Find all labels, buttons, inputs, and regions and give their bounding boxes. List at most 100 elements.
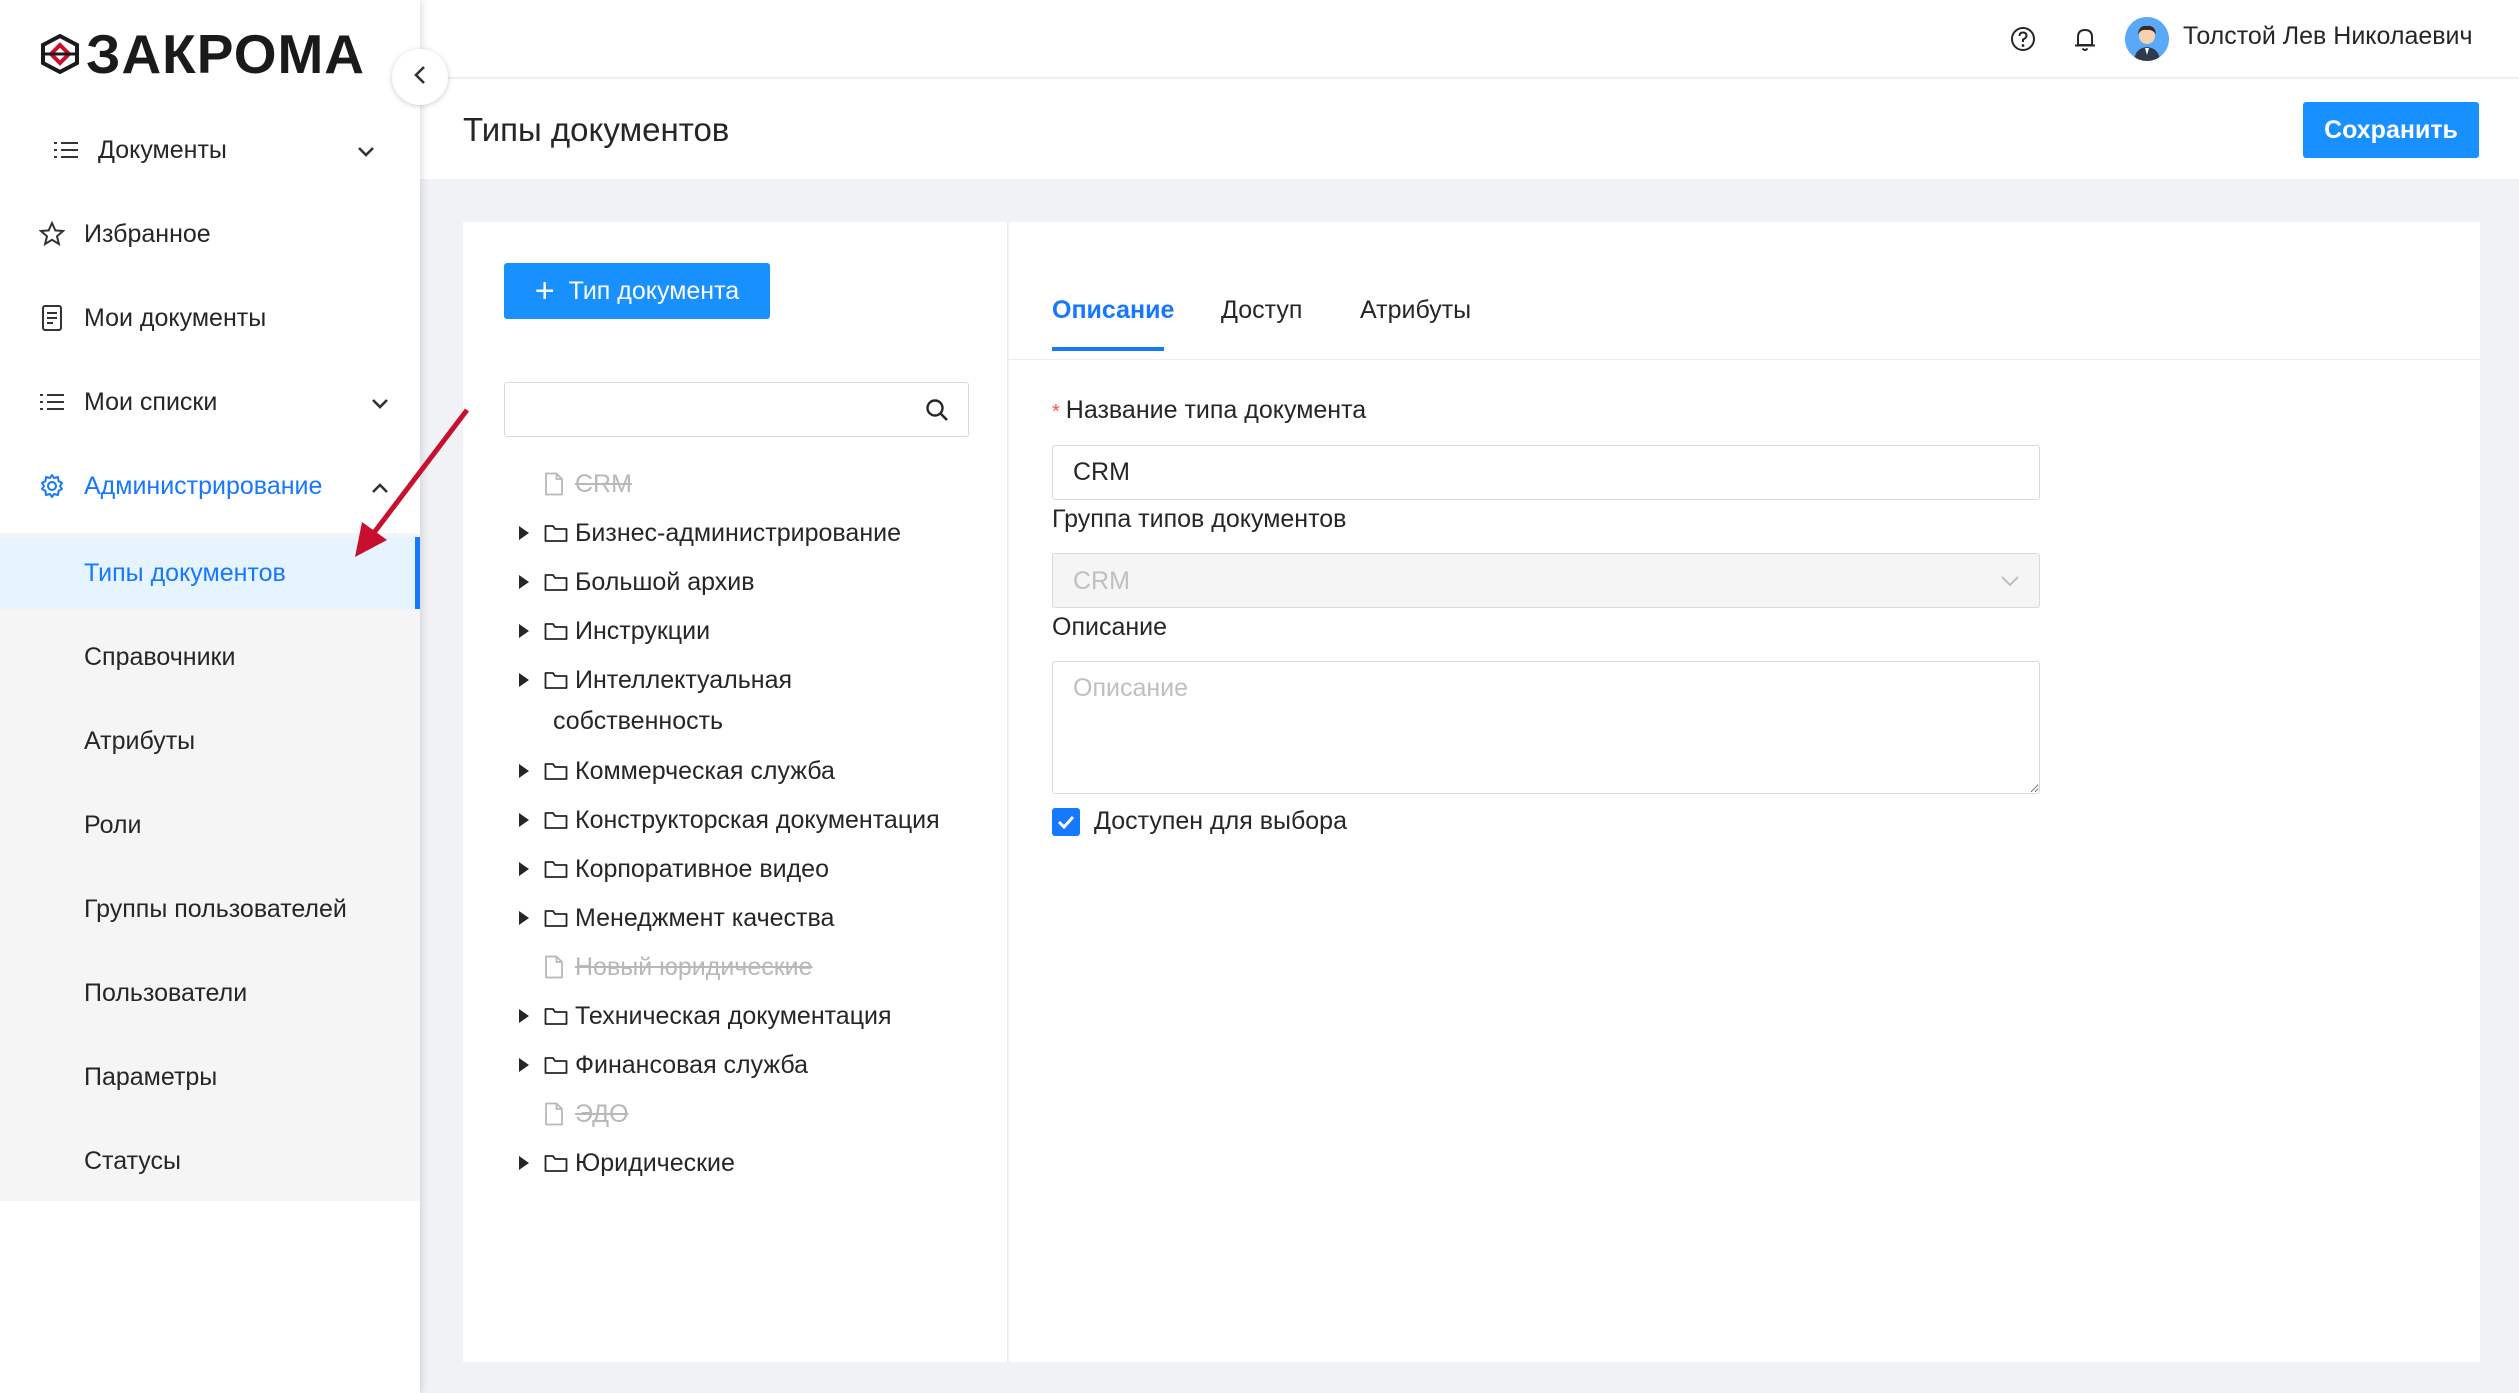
save-button[interactable]: Сохранить [2303,102,2479,158]
folder-icon [544,670,572,690]
admin-submenu: Типы документов Справочники Атрибуты Рол… [0,533,420,1201]
logo-text: ЗАКРОМА [86,23,366,85]
doc-type-name-input[interactable] [1052,445,2040,500]
doc-type-group-select[interactable]: CRM [1052,553,2040,608]
sidebar: ЗАКРОМА Документы Избранное Мои документ… [0,0,420,1393]
caret-right-icon[interactable] [504,1008,544,1024]
sidebar-item-my-lists[interactable]: Мои списки [0,367,420,437]
user-name[interactable]: Толстой Лев Николаевич [2183,22,2473,51]
sidebar-item-label: Мои списки [84,387,218,416]
list-icon [38,388,66,416]
available-checkbox-label[interactable]: Доступен для выбора [1094,807,1347,836]
tree-node[interactable]: Интеллектуальная [504,660,792,700]
tree-node-label: CRM [575,469,632,498]
chevron-down-icon [370,389,390,418]
folder-icon [544,761,572,781]
tree-node-label: Финансовая служба [575,1050,809,1079]
sidebar-item-label: Администрирование [84,471,323,500]
tree-node[interactable]: Конструкторская документация [504,800,940,840]
submenu-item-directories[interactable]: Справочники [0,621,420,693]
tab-access[interactable]: Доступ [1221,296,1302,325]
tree-search-input[interactable] [517,391,897,429]
tree-node[interactable]: Инструкции [504,611,710,651]
tab-attributes[interactable]: Атрибуты [1360,296,1471,325]
caret-right-icon[interactable] [504,574,544,590]
star-icon [38,220,66,248]
caret-right-icon[interactable] [504,623,544,639]
submenu-item-statuses[interactable]: Статусы [0,1125,420,1197]
folder-icon [544,1006,572,1026]
tree-node[interactable]: Финансовая служба [504,1045,808,1085]
submenu-item-users[interactable]: Пользователи [0,957,420,1029]
caret-right-icon[interactable] [504,812,544,828]
file-icon [544,1102,572,1126]
tree-node[interactable]: Корпоративное видео [504,849,829,889]
tree-node[interactable]: Юридические [504,1143,735,1183]
folder-icon [544,523,572,543]
add-doc-type-label: Тип документа [568,276,740,305]
tree-node-label: Интеллектуальная [575,665,793,694]
sidebar-item-label: Документы [98,135,227,164]
folder-icon [544,621,572,641]
sidebar-collapse-button[interactable] [392,49,448,105]
tree-node[interactable]: CRM [504,464,632,504]
page-title: Типы документов [463,111,730,148]
submenu-item-user-groups[interactable]: Группы пользователей [0,873,420,945]
required-marker: * [1052,401,1060,423]
caret-right-icon[interactable] [504,672,544,688]
caret-right-icon[interactable] [504,1057,544,1073]
sidebar-item-documents[interactable]: Документы [0,115,420,185]
tree-node[interactable]: Коммерческая служба [504,751,835,791]
sidebar-item-administration[interactable]: Администрирование [0,451,420,521]
tree-search [504,382,969,437]
submenu-item-doc-types[interactable]: Типы документов [0,537,420,609]
submenu-item-roles[interactable]: Роли [0,789,420,861]
sidebar-item-favorites[interactable]: Избранное [0,199,420,269]
tree-node[interactable]: Бизнес-администрирование [504,513,901,553]
group-field-label: Группа типов документов [1052,505,1347,533]
folder-icon [544,1153,572,1173]
plus-icon: + [534,272,555,310]
description-textarea[interactable] [1052,661,2040,794]
folder-icon [544,572,572,592]
tree-node-label: Менеджмент качества [575,903,835,932]
tree-node[interactable]: Менеджмент качества [504,898,834,938]
sidebar-item-label: Мои документы [84,303,267,332]
sidebar-item-my-documents[interactable]: Мои документы [0,283,420,353]
caret-right-icon[interactable] [504,910,544,926]
chevron-down-icon [1999,570,2021,597]
tree-node[interactable]: Новый юридические [504,947,813,987]
tree-node-label: Бизнес-администрирование [575,518,901,547]
add-doc-type-button[interactable]: + Тип документа [504,263,770,319]
chevron-left-icon [412,64,428,91]
tabs-divider [1009,359,2480,360]
submenu-item-attributes[interactable]: Атрибуты [0,705,420,777]
tree-node-label: Юридические [575,1148,735,1177]
chevron-up-icon [370,473,390,502]
available-checkbox[interactable] [1052,808,1080,836]
logo-icon [41,34,79,74]
tree-node-label: ЭДО [575,1099,629,1128]
tree-node[interactable]: Техническая документация [504,996,892,1036]
chevron-down-icon [356,137,376,166]
tree-node-label: Коммерческая служба [575,756,835,785]
caret-right-icon[interactable] [504,1155,544,1171]
description-field-label: Описание [1052,613,1168,641]
caret-right-icon[interactable] [504,525,544,541]
tab-description[interactable]: Описание [1052,296,1174,325]
avatar[interactable] [2125,17,2169,61]
submenu-item-parameters[interactable]: Параметры [0,1041,420,1113]
search-icon[interactable] [924,397,950,428]
caret-right-icon[interactable] [504,763,544,779]
document-icon [38,304,66,332]
tree-node[interactable]: Большой архив [504,562,755,602]
logo[interactable]: ЗАКРОМА [40,26,365,82]
tree-node-label: Большой архив [575,567,755,596]
bell-icon[interactable] [2068,22,2102,56]
file-icon [544,955,572,979]
tree-node-label: Техническая документация [575,1001,892,1030]
help-icon[interactable] [2006,22,2040,56]
folder-icon [544,859,572,879]
caret-right-icon[interactable] [504,861,544,877]
tree-node[interactable]: ЭДО [504,1094,629,1134]
